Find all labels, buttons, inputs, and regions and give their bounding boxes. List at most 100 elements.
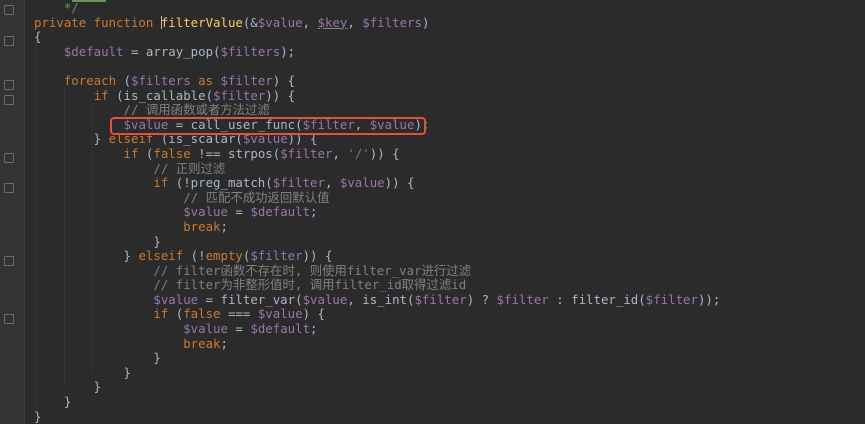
code-line[interactable]: $value = filter_var($value, is_int($filt… bbox=[34, 291, 721, 308]
code-token: '/' bbox=[347, 145, 370, 161]
code-line[interactable]: } bbox=[34, 350, 720, 366]
code-line[interactable]: $value = $default; bbox=[34, 321, 720, 337]
code-line[interactable]: // filter为非整形值时, 调用filter_id取得过滤id bbox=[34, 277, 720, 293]
code-token: )) { bbox=[384, 175, 415, 191]
code-line[interactable]: } bbox=[34, 380, 720, 395]
code-token: $value bbox=[339, 175, 385, 191]
code-token: foreach bbox=[63, 72, 117, 88]
code-token: = array_pop( bbox=[123, 43, 221, 59]
code-token: $filters bbox=[130, 72, 191, 88]
code-token: if bbox=[153, 175, 169, 191]
code-line[interactable]: // filter函数不存在时, 则使用filter_var进行过滤 bbox=[34, 262, 720, 279]
fold-marker-icon[interactable] bbox=[4, 5, 14, 15]
code-line[interactable]: // 调用函数或者方法过滤 bbox=[34, 102, 720, 118]
fold-marker-icon[interactable] bbox=[4, 36, 14, 46]
code-line[interactable]: // 正则过滤 bbox=[34, 160, 720, 177]
code-line[interactable]: */ bbox=[34, 0, 720, 16]
code-token: , bbox=[302, 14, 318, 30]
fold-marker-icon[interactable] bbox=[4, 256, 14, 266]
highlight-box bbox=[110, 117, 426, 135]
code-token: ; bbox=[220, 335, 228, 351]
code-token: ; bbox=[310, 204, 318, 220]
fold-marker-icon[interactable] bbox=[4, 153, 14, 163]
fold-marker-icon[interactable] bbox=[4, 80, 14, 90]
code-token: // 匹配不成功返回默认值 bbox=[34, 189, 330, 205]
code-token: // filter函数不存在时, 则使用filter_var进行过滤 bbox=[34, 262, 472, 278]
code-token: )); bbox=[697, 291, 721, 307]
code-line[interactable]: if (false === $value) { bbox=[34, 307, 720, 322]
code-token: } bbox=[34, 131, 109, 147]
code-line[interactable]: } elseif (!empty($filter)) { bbox=[34, 248, 720, 264]
code-token: $filters bbox=[362, 14, 422, 30]
code-token: $value bbox=[257, 306, 303, 322]
code-token: false bbox=[153, 145, 191, 161]
code-line[interactable] bbox=[34, 59, 720, 74]
code-token: as bbox=[190, 72, 221, 88]
code-line[interactable]: // 匹配不成功返回默认值 bbox=[34, 189, 720, 206]
code-token: ( bbox=[116, 72, 131, 88]
code-token: , bbox=[347, 14, 363, 30]
code-line[interactable]: } bbox=[34, 394, 720, 410]
code-token: $filter bbox=[496, 291, 549, 307]
code-line[interactable]: foreach ($filters as $filter) { bbox=[34, 72, 720, 89]
code-token: empty bbox=[205, 248, 243, 264]
code-token: $filter bbox=[414, 291, 467, 307]
code-line[interactable]: $value = $default; bbox=[34, 205, 720, 220]
code-line[interactable]: } bbox=[34, 233, 720, 250]
code-token: } bbox=[34, 233, 161, 249]
code-token: $filter bbox=[645, 291, 698, 307]
code-token: $key bbox=[317, 14, 348, 30]
code-token: (!preg_match( bbox=[168, 175, 273, 191]
code-token: } bbox=[34, 408, 42, 424]
code-line[interactable]: break; bbox=[34, 335, 720, 352]
code-token: $value bbox=[183, 204, 228, 220]
code-line[interactable]: { bbox=[34, 29, 720, 45]
code-token: elseif bbox=[138, 248, 184, 264]
code-token: , is_int( bbox=[347, 291, 415, 307]
code-line[interactable]: } bbox=[34, 408, 720, 424]
code-token: (& bbox=[242, 14, 258, 30]
code-token: ( bbox=[168, 306, 184, 322]
code-token: if bbox=[93, 87, 109, 103]
code-token: break bbox=[183, 218, 221, 234]
code-line[interactable]: if (is_callable($filter)) { bbox=[34, 87, 720, 104]
fold-marker-icon[interactable] bbox=[4, 183, 14, 193]
code-editor[interactable]: */private function filterValue(&$value, … bbox=[0, 0, 865, 424]
code-line[interactable]: private function filterValue(&$value, $k… bbox=[34, 14, 720, 31]
code-token: === bbox=[220, 306, 258, 322]
code-token: $value bbox=[153, 291, 199, 307]
code-line[interactable]: $default = array_pop($filters); bbox=[34, 43, 720, 60]
code-token: !== strpos( bbox=[190, 145, 281, 161]
code-token: = bbox=[227, 321, 251, 337]
code-token: } bbox=[34, 350, 161, 366]
code-token: , bbox=[332, 145, 348, 161]
code-line[interactable]: if (false !== strpos($filter, '/')) { bbox=[34, 145, 720, 162]
code-token: } bbox=[34, 379, 102, 395]
code-token: $filter bbox=[213, 87, 266, 103]
code-token: // 调用函数或者方法过滤 bbox=[34, 102, 270, 118]
code-line[interactable]: if (!preg_match($filter, $value)) { bbox=[34, 175, 720, 191]
code-token: */ bbox=[34, 0, 79, 15]
code-area[interactable]: */private function filterValue(&$value, … bbox=[34, 0, 721, 424]
fold-marker-icon[interactable] bbox=[4, 95, 14, 105]
code-token: if bbox=[123, 145, 139, 161]
code-token: // 正则过滤 bbox=[34, 160, 226, 176]
code-line[interactable]: } bbox=[34, 365, 720, 381]
code-token: = bbox=[227, 204, 251, 220]
code-token: ; bbox=[220, 218, 228, 234]
code-token: )) { bbox=[302, 248, 333, 264]
code-token: $filters bbox=[220, 43, 281, 59]
fold-marker-icon[interactable] bbox=[4, 314, 14, 324]
code-line[interactable]: break; bbox=[34, 218, 720, 235]
code-token: )) { bbox=[265, 87, 296, 103]
code-token: = filter_var( bbox=[198, 291, 303, 307]
